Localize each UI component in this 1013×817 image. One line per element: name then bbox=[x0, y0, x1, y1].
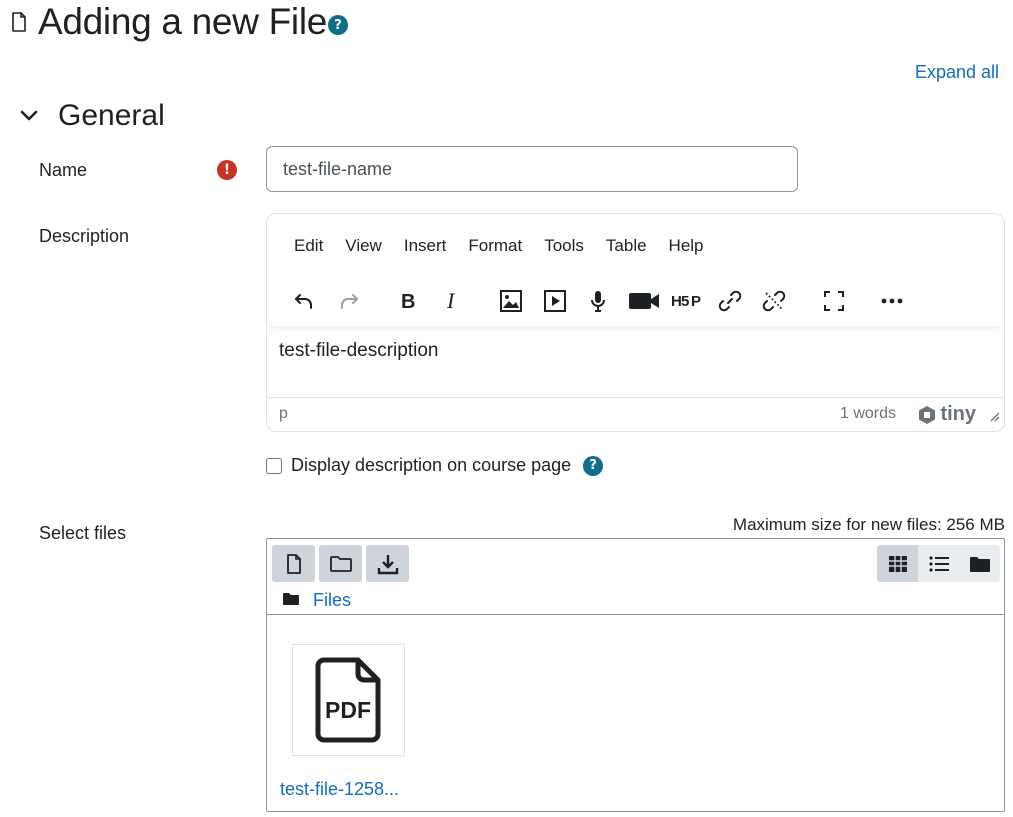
file-manager: Files PDF test-file-1258... bbox=[266, 538, 1005, 812]
menu-view[interactable]: View bbox=[334, 230, 393, 262]
element-path[interactable]: p bbox=[279, 405, 288, 423]
tiny-brand-icon bbox=[919, 405, 936, 424]
rich-text-editor[interactable]: Edit View Insert Format Tools Table Help… bbox=[266, 213, 1005, 432]
resize-handle-icon[interactable] bbox=[988, 409, 1000, 427]
tree-view-button[interactable] bbox=[959, 545, 1000, 582]
video-camera-icon[interactable] bbox=[626, 284, 662, 318]
download-all-button[interactable] bbox=[366, 545, 409, 582]
display-description-row: Display description on course page ? bbox=[266, 455, 604, 476]
grid-view-icon bbox=[888, 555, 907, 572]
menu-tools[interactable]: Tools bbox=[533, 230, 595, 262]
word-count[interactable]: 1 words bbox=[840, 405, 896, 423]
list-view-button[interactable] bbox=[918, 545, 959, 582]
menu-help[interactable]: Help bbox=[658, 230, 715, 262]
microphone-icon[interactable] bbox=[581, 284, 615, 318]
tiny-brand-text: tiny bbox=[940, 403, 976, 425]
image-icon[interactable] bbox=[494, 284, 528, 318]
italic-icon[interactable]: I bbox=[435, 284, 469, 318]
list-view-icon bbox=[928, 555, 949, 572]
description-label: Description bbox=[39, 226, 130, 246]
tree-view-icon bbox=[969, 556, 990, 572]
menu-format[interactable]: Format bbox=[457, 230, 533, 262]
display-description-checkbox[interactable] bbox=[266, 457, 282, 474]
expand-all-link[interactable]: Expand all bbox=[915, 62, 999, 83]
name-label: Name bbox=[39, 160, 88, 180]
help-icon[interactable]: ? bbox=[328, 15, 349, 35]
chevron-down-icon[interactable] bbox=[18, 96, 40, 136]
undo-icon[interactable] bbox=[287, 284, 321, 318]
pdf-label: PDF bbox=[325, 697, 371, 723]
redo-icon[interactable] bbox=[332, 284, 366, 318]
media-icon[interactable] bbox=[538, 284, 572, 318]
svg-text:B: B bbox=[401, 291, 415, 312]
menu-edit[interactable]: Edit bbox=[283, 230, 334, 262]
pdf-file-icon: PDF bbox=[315, 657, 380, 743]
grid-view-button[interactable] bbox=[877, 545, 918, 582]
bold-icon[interactable]: B bbox=[391, 284, 425, 318]
svg-text:5: 5 bbox=[681, 293, 689, 310]
document-icon bbox=[8, 2, 30, 42]
create-folder-icon bbox=[329, 555, 352, 572]
editor-content[interactable]: test-file-description bbox=[279, 340, 438, 362]
folder-icon bbox=[283, 592, 299, 610]
menu-insert[interactable]: Insert bbox=[393, 230, 458, 262]
name-input[interactable] bbox=[266, 146, 798, 192]
create-folder-button[interactable] bbox=[319, 545, 362, 582]
download-icon bbox=[377, 554, 398, 574]
link-icon[interactable] bbox=[713, 284, 747, 318]
editor-statusbar: p 1 words tiny bbox=[267, 397, 1004, 431]
page-title: Adding a new File bbox=[38, 1, 328, 42]
section-title: General bbox=[58, 99, 165, 132]
unlink-icon[interactable] bbox=[757, 284, 791, 318]
max-size-text: Maximum size for new files: 256 MB bbox=[732, 515, 1005, 534]
fullscreen-icon[interactable] bbox=[817, 284, 851, 318]
breadcrumb: Files bbox=[283, 590, 351, 611]
help-icon[interactable]: ? bbox=[583, 455, 604, 476]
select-files-label: Select files bbox=[39, 523, 127, 543]
svg-text:P: P bbox=[691, 293, 701, 310]
add-file-icon bbox=[286, 553, 301, 574]
section-general-header[interactable]: General bbox=[18, 96, 165, 136]
page-header: Adding a new File ? bbox=[8, 1, 349, 42]
file-name-link[interactable]: test-file-1258... bbox=[280, 779, 399, 800]
menu-table[interactable]: Table bbox=[595, 230, 658, 262]
required-icon: ! bbox=[217, 160, 237, 180]
svg-text:I: I bbox=[446, 290, 456, 312]
file-thumbnail[interactable]: PDF bbox=[292, 644, 405, 756]
display-description-label[interactable]: Display description on course page bbox=[291, 455, 571, 476]
add-file-button[interactable] bbox=[272, 545, 315, 582]
file-manager-toolbar: Files bbox=[267, 539, 1004, 615]
tiny-logo[interactable]: tiny bbox=[917, 403, 976, 426]
h5p-icon[interactable]: H5P bbox=[669, 284, 705, 318]
editor-menubar: Edit View Insert Format Tools Table Help bbox=[283, 230, 715, 262]
files-path-link[interactable]: Files bbox=[313, 590, 351, 611]
more-icon[interactable] bbox=[875, 284, 909, 318]
editor-toolbar: B I H5P bbox=[267, 276, 1004, 326]
